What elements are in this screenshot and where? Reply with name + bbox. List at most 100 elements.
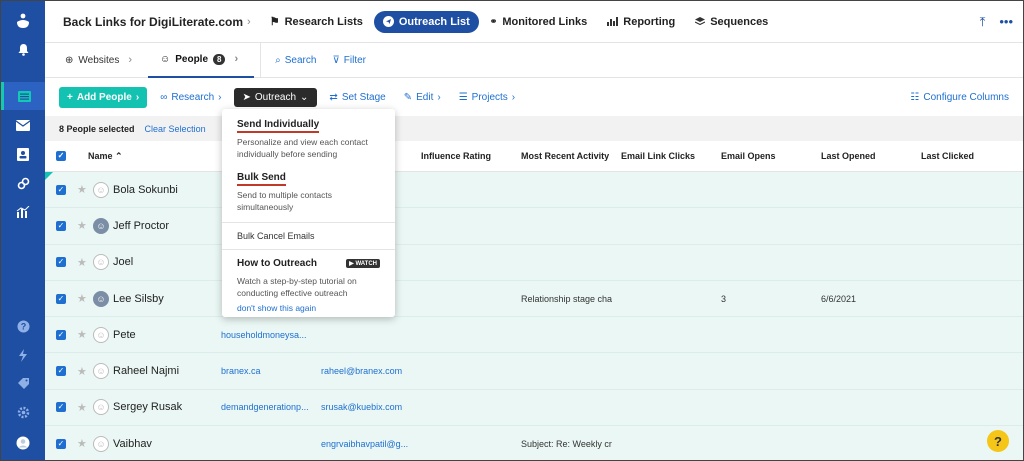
column-header-opens[interactable]: Email Opens (721, 151, 776, 161)
tag-icon[interactable] (1, 369, 45, 397)
star-icon[interactable]: ★ (77, 365, 91, 378)
avatar: ☺ (93, 363, 109, 380)
star-icon[interactable]: ★ (77, 401, 91, 414)
star-icon[interactable]: ★ (77, 437, 91, 450)
watch-badge[interactable]: ▶ WATCH (346, 259, 380, 268)
link-icon[interactable] (1, 169, 45, 197)
set-stage-button[interactable]: ⇄ Set Stage (320, 88, 394, 107)
edit-label: Edit (416, 91, 434, 103)
upload-icon[interactable]: ⤒ (980, 14, 986, 30)
row-checkbox[interactable]: ✓ (45, 257, 77, 268)
flag-icon: ⚑ (269, 16, 280, 28)
star-icon[interactable]: ★ (77, 183, 91, 196)
table-row[interactable]: ✓ ★ ☺ Joel ...e... (45, 244, 1023, 281)
star-icon[interactable]: ★ (77, 256, 91, 269)
table-row[interactable]: ✓ ★ ☺ Bola Sokunbi ...n... (45, 172, 1023, 209)
last-opened-cell: 6/6/2021 (821, 293, 857, 304)
email-cell[interactable]: engrvaibhavpatil@g... (321, 439, 413, 449)
dont-show-again-link[interactable]: don't show this again (237, 303, 380, 313)
column-header-last-clicked[interactable]: Last Clicked (921, 151, 974, 161)
more-options-icon[interactable]: ••• (999, 14, 1013, 30)
person-name[interactable]: Bola Sokunbi (113, 184, 233, 196)
website-cell[interactable]: branex.ca (221, 366, 313, 376)
row-checkbox[interactable]: ✓ (45, 220, 77, 231)
table-row[interactable]: ✓ ★ ☺ Pete householdmoneysa... (45, 317, 1023, 354)
lightning-icon[interactable] (1, 341, 45, 369)
avatar: ☺ (93, 326, 109, 343)
table-row[interactable]: ✓ ★ ☺ Lee Silsby ...l... Relationship st… (45, 280, 1023, 318)
column-header-name[interactable]: Name ⌃ (88, 151, 123, 162)
checkmark-icon: ✓ (56, 438, 66, 449)
help-button[interactable]: ? (987, 430, 1009, 452)
column-header-activity[interactable]: Most Recent Activity (521, 151, 609, 161)
row-checkbox[interactable]: ✓ (45, 438, 77, 449)
contact-card-icon[interactable] (1, 140, 45, 168)
nav-reporting[interactable]: Reporting (598, 11, 684, 33)
selection-bar: 8 People selected Clear Selection (45, 116, 1023, 141)
nav-sequences[interactable]: Sequences (686, 11, 777, 33)
select-all-checkbox[interactable]: ✓ (45, 151, 77, 161)
avatar: ☺ (93, 399, 109, 416)
person-name[interactable]: Sergey Rusak (113, 401, 233, 413)
project-title[interactable]: Back Links for DigiLiterate.com (63, 15, 243, 29)
help-circle-icon[interactable]: ? (1, 312, 45, 340)
outreach-button[interactable]: ➤ Outreach ⌄ (233, 87, 318, 107)
nav-label: Outreach List (398, 15, 470, 28)
column-header-last-opened[interactable]: Last Opened (821, 151, 876, 161)
add-people-button[interactable]: + Add People › (59, 86, 148, 108)
avatar: ☺ (93, 181, 109, 198)
table-row[interactable]: ✓ ★ ☺ Sergey Rusak demandgenerationp... … (45, 389, 1023, 427)
option-description: Personalize and view each contact indivi… (237, 137, 368, 159)
email-cell[interactable]: raheel@branex.com (321, 366, 413, 376)
column-header-link-clicks[interactable]: Email Link Clicks (621, 151, 695, 161)
search-button[interactable]: ⌕ Search (267, 55, 324, 66)
person-name[interactable]: Pete (113, 329, 233, 341)
website-cell[interactable]: demandgenerationp... (221, 402, 313, 412)
nav-research-lists[interactable]: ⚑ Research Lists (261, 10, 372, 33)
research-button[interactable]: ∞ Research › (151, 88, 230, 107)
tab-websites[interactable]: ⊕ Websites › (45, 43, 148, 78)
logo-icon[interactable] (1, 7, 45, 35)
table-row[interactable]: ✓ ★ ☺ Jeff Proctor ...m (45, 208, 1023, 245)
bulk-cancel-emails-option[interactable]: Bulk Cancel Emails (222, 223, 395, 249)
person-name[interactable]: Vaibhav (113, 438, 233, 450)
table-row[interactable]: ✓ ★ ☺ Vaibhav engrvaibhavpatil@g... Subj… (45, 426, 1023, 460)
person-name[interactable]: Joel (113, 256, 233, 268)
person-name[interactable]: Raheel Najmi (113, 365, 233, 377)
configure-columns-button[interactable]: ☷ Configure Columns (910, 92, 1009, 103)
people-count-badge: 8 (213, 53, 226, 65)
projects-button[interactable]: ☰ Projects › (450, 88, 524, 107)
nav-outreach-list[interactable]: Outreach List (373, 10, 479, 33)
checkmark-icon: ✓ (56, 184, 66, 195)
column-header-influence[interactable]: Influence Rating (421, 151, 491, 161)
person-name[interactable]: Lee Silsby (113, 293, 233, 305)
filter-button[interactable]: ⊽ Filter (324, 55, 374, 66)
user-avatar-icon[interactable] (1, 429, 45, 457)
edit-button[interactable]: ✎ Edit › (395, 88, 450, 107)
website-cell[interactable]: householdmoneysa... (221, 330, 313, 340)
clear-selection-link[interactable]: Clear Selection (145, 124, 206, 134)
settings-icon[interactable] (1, 398, 45, 426)
tab-people[interactable]: ☺ People 8 › (148, 43, 255, 78)
nav-monitored-links[interactable]: ⚭ Monitored Links (481, 11, 597, 33)
filter-label: Filter (343, 54, 367, 66)
person-name[interactable]: Jeff Proctor (113, 220, 233, 232)
analytics-icon[interactable] (1, 198, 45, 226)
mail-icon[interactable] (1, 111, 45, 139)
star-icon[interactable]: ★ (77, 292, 91, 305)
bell-icon[interactable] (1, 35, 45, 63)
row-checkbox[interactable]: ✓ (45, 293, 77, 304)
row-checkbox[interactable]: ✓ (45, 329, 77, 340)
bulk-send-option[interactable]: Bulk Send Send to multiple contacts simu… (222, 160, 395, 213)
columns-icon: ☷ (910, 91, 920, 103)
send-individually-option[interactable]: Send Individually Personalize and view e… (222, 109, 395, 160)
star-icon[interactable]: ★ (77, 219, 91, 232)
table-row[interactable]: ✓ ★ ☺ Raheel Najmi branex.ca raheel@bran… (45, 353, 1023, 390)
row-checkbox[interactable]: ✓ (45, 366, 77, 377)
row-checkbox[interactable]: ✓ (45, 184, 77, 195)
avatar: ☺ (93, 435, 109, 452)
row-checkbox[interactable]: ✓ (45, 402, 77, 413)
list-icon[interactable] (1, 82, 45, 110)
email-cell[interactable]: srusak@kuebix.com (321, 402, 413, 412)
star-icon[interactable]: ★ (77, 328, 91, 341)
